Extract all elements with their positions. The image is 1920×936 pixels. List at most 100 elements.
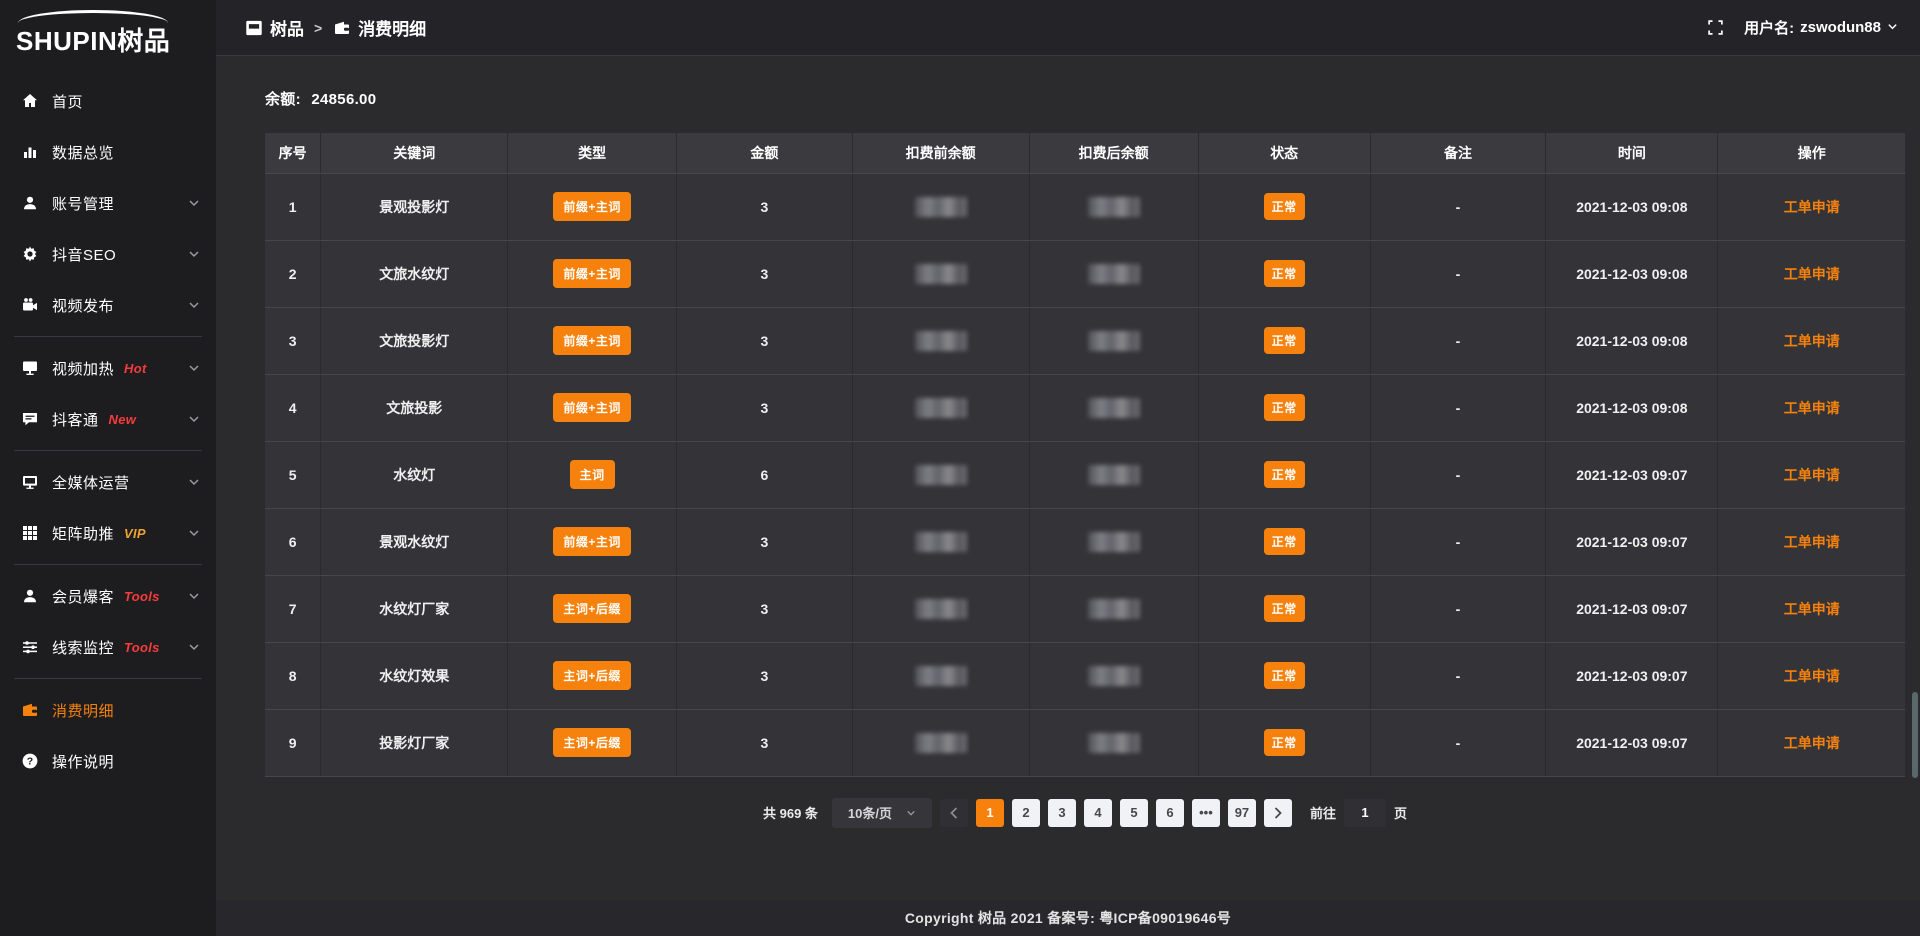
sidebar-item-video-camera[interactable]: 视频发布 xyxy=(0,283,216,327)
sidebar-item-badge: Tools xyxy=(124,589,160,604)
post-balance-cell xyxy=(1029,709,1198,776)
sidebar-item-help[interactable]: ?操作说明 xyxy=(0,739,216,783)
keyword-cell: 景观投影灯 xyxy=(321,173,508,240)
username-value: zswodun88 xyxy=(1800,19,1881,36)
help-icon: ? xyxy=(20,752,39,771)
redacted-balance-block xyxy=(1088,532,1140,552)
chevron-down-icon xyxy=(1887,19,1898,36)
sidebar-item-home[interactable]: 首页 xyxy=(0,79,216,123)
sidebar-item-screen[interactable]: 视频加热Hot xyxy=(0,346,216,390)
chevron-down-icon xyxy=(188,527,200,539)
page-size-select[interactable]: 10条/页 xyxy=(832,798,932,828)
pre-balance-cell xyxy=(852,508,1029,575)
remark-cell: - xyxy=(1370,642,1545,709)
page-button-1[interactable]: 1 xyxy=(976,799,1004,827)
status-cell: 正常 xyxy=(1198,441,1370,508)
work-order-link[interactable]: 工单申请 xyxy=(1784,668,1840,684)
copyright-text: Copyright 树品 2021 备案号: 粤ICP备09019646号 xyxy=(905,908,1231,928)
post-balance-cell xyxy=(1029,307,1198,374)
sidebar-item-wallet[interactable]: 消费明细 xyxy=(0,688,216,732)
chevron-right-icon xyxy=(1273,807,1283,819)
sidebar-divider xyxy=(14,336,202,337)
sidebar-item-chat[interactable]: 抖客通New xyxy=(0,397,216,441)
sliders-icon xyxy=(20,638,39,657)
page-button-4[interactable]: 4 xyxy=(1084,799,1112,827)
row-index-cell: 1 xyxy=(265,173,321,240)
prev-page-button[interactable] xyxy=(940,799,968,827)
work-order-link[interactable]: 工单申请 xyxy=(1784,467,1840,483)
page-button-97[interactable]: 97 xyxy=(1228,799,1256,827)
pre-balance-cell xyxy=(852,575,1029,642)
post-balance-cell xyxy=(1029,575,1198,642)
page-button-6[interactable]: 6 xyxy=(1156,799,1184,827)
time-cell: 2021-12-03 09:08 xyxy=(1546,240,1718,307)
status-badge: 正常 xyxy=(1264,461,1305,488)
sidebar-item-bar-chart[interactable]: 数据总览 xyxy=(0,130,216,174)
action-cell: 工单申请 xyxy=(1718,240,1905,307)
sidebar-item-gear[interactable]: 抖音SEO xyxy=(0,232,216,276)
column-header: 关键词 xyxy=(321,133,508,173)
amount-cell: 3 xyxy=(677,173,852,240)
home-icon xyxy=(20,92,39,111)
work-order-link[interactable]: 工单申请 xyxy=(1784,735,1840,751)
sidebar-item-sliders[interactable]: 线索监控Tools xyxy=(0,625,216,669)
sidebar-item-label: 视频加热 xyxy=(52,358,114,379)
type-cell: 主词+后缀 xyxy=(508,575,677,642)
video-camera-icon xyxy=(20,296,39,315)
amount-cell: 3 xyxy=(677,642,852,709)
table-header: 序号关键词类型金额扣费前余额扣费后余额状态备注时间操作 xyxy=(265,133,1905,173)
work-order-link[interactable]: 工单申请 xyxy=(1784,601,1840,617)
redacted-balance-block xyxy=(915,532,967,552)
scrollbar-thumb[interactable] xyxy=(1912,692,1918,778)
chevron-down-icon xyxy=(188,197,200,209)
row-index-cell: 5 xyxy=(265,441,321,508)
keyword-cell: 景观水纹灯 xyxy=(321,508,508,575)
page-ellipsis-button[interactable]: ••• xyxy=(1192,799,1220,827)
time-cell: 2021-12-03 09:07 xyxy=(1546,575,1718,642)
type-cell: 主词+后缀 xyxy=(508,642,677,709)
breadcrumb-current-label: 消费明细 xyxy=(358,15,426,40)
work-order-link[interactable]: 工单申请 xyxy=(1784,266,1840,282)
sidebar-item-grid[interactable]: 矩阵助推VIP xyxy=(0,511,216,555)
type-badge: 主词 xyxy=(570,460,615,489)
table-row: 8水纹灯效果主词+后缀3正常-2021-12-03 09:07工单申请 xyxy=(265,642,1905,709)
chat-icon xyxy=(20,410,39,429)
redacted-balance-block xyxy=(1088,264,1140,284)
sidebar-item-label: 全媒体运营 xyxy=(52,472,130,493)
work-order-link[interactable]: 工单申请 xyxy=(1784,333,1840,349)
action-cell: 工单申请 xyxy=(1718,307,1905,374)
work-order-link[interactable]: 工单申请 xyxy=(1784,199,1840,215)
table-body: 1景观投影灯前缀+主词3正常-2021-12-03 09:08工单申请2文旅水纹… xyxy=(265,173,1905,776)
sidebar-item-user[interactable]: 账号管理 xyxy=(0,181,216,225)
breadcrumb-current[interactable]: 消费明细 xyxy=(332,15,426,40)
goto-page-input[interactable] xyxy=(1344,799,1386,827)
sidebar-item-monitor[interactable]: 全媒体运营 xyxy=(0,460,216,504)
chevron-left-icon xyxy=(949,807,959,819)
page-button-2[interactable]: 2 xyxy=(1012,799,1040,827)
status-badge: 正常 xyxy=(1264,662,1305,689)
work-order-link[interactable]: 工单申请 xyxy=(1784,534,1840,550)
next-page-button[interactable] xyxy=(1264,799,1292,827)
sidebar-item-member[interactable]: 会员爆客Tools xyxy=(0,574,216,618)
breadcrumb-home[interactable]: 树品 xyxy=(244,15,304,40)
status-badge: 正常 xyxy=(1264,595,1305,622)
keyword-cell: 水纹灯效果 xyxy=(321,642,508,709)
column-header: 操作 xyxy=(1718,133,1905,173)
remark-cell: - xyxy=(1370,307,1545,374)
status-cell: 正常 xyxy=(1198,508,1370,575)
logo-text: SHUPIN树品 xyxy=(16,21,202,58)
page-button-5[interactable]: 5 xyxy=(1120,799,1148,827)
topbar: 树品 > 消费明细 用户名: zswodun88 xyxy=(216,0,1920,56)
balance-label: 余额: xyxy=(265,91,301,108)
fullscreen-icon[interactable] xyxy=(1707,19,1724,36)
status-cell: 正常 xyxy=(1198,575,1370,642)
wallet-icon xyxy=(20,701,39,720)
sidebar: SHUPIN树品 首页数据总览账号管理抖音SEO 视频发布视频加热Hot 抖客通Ne… xyxy=(0,0,216,936)
keyword-cell: 投影灯厂家 xyxy=(321,709,508,776)
work-order-link[interactable]: 工单申请 xyxy=(1784,400,1840,416)
user-menu[interactable]: 用户名: zswodun88 xyxy=(1744,17,1898,38)
sidebar-divider xyxy=(14,450,202,451)
row-index-cell: 2 xyxy=(265,240,321,307)
status-badge: 正常 xyxy=(1264,394,1305,421)
page-button-3[interactable]: 3 xyxy=(1048,799,1076,827)
